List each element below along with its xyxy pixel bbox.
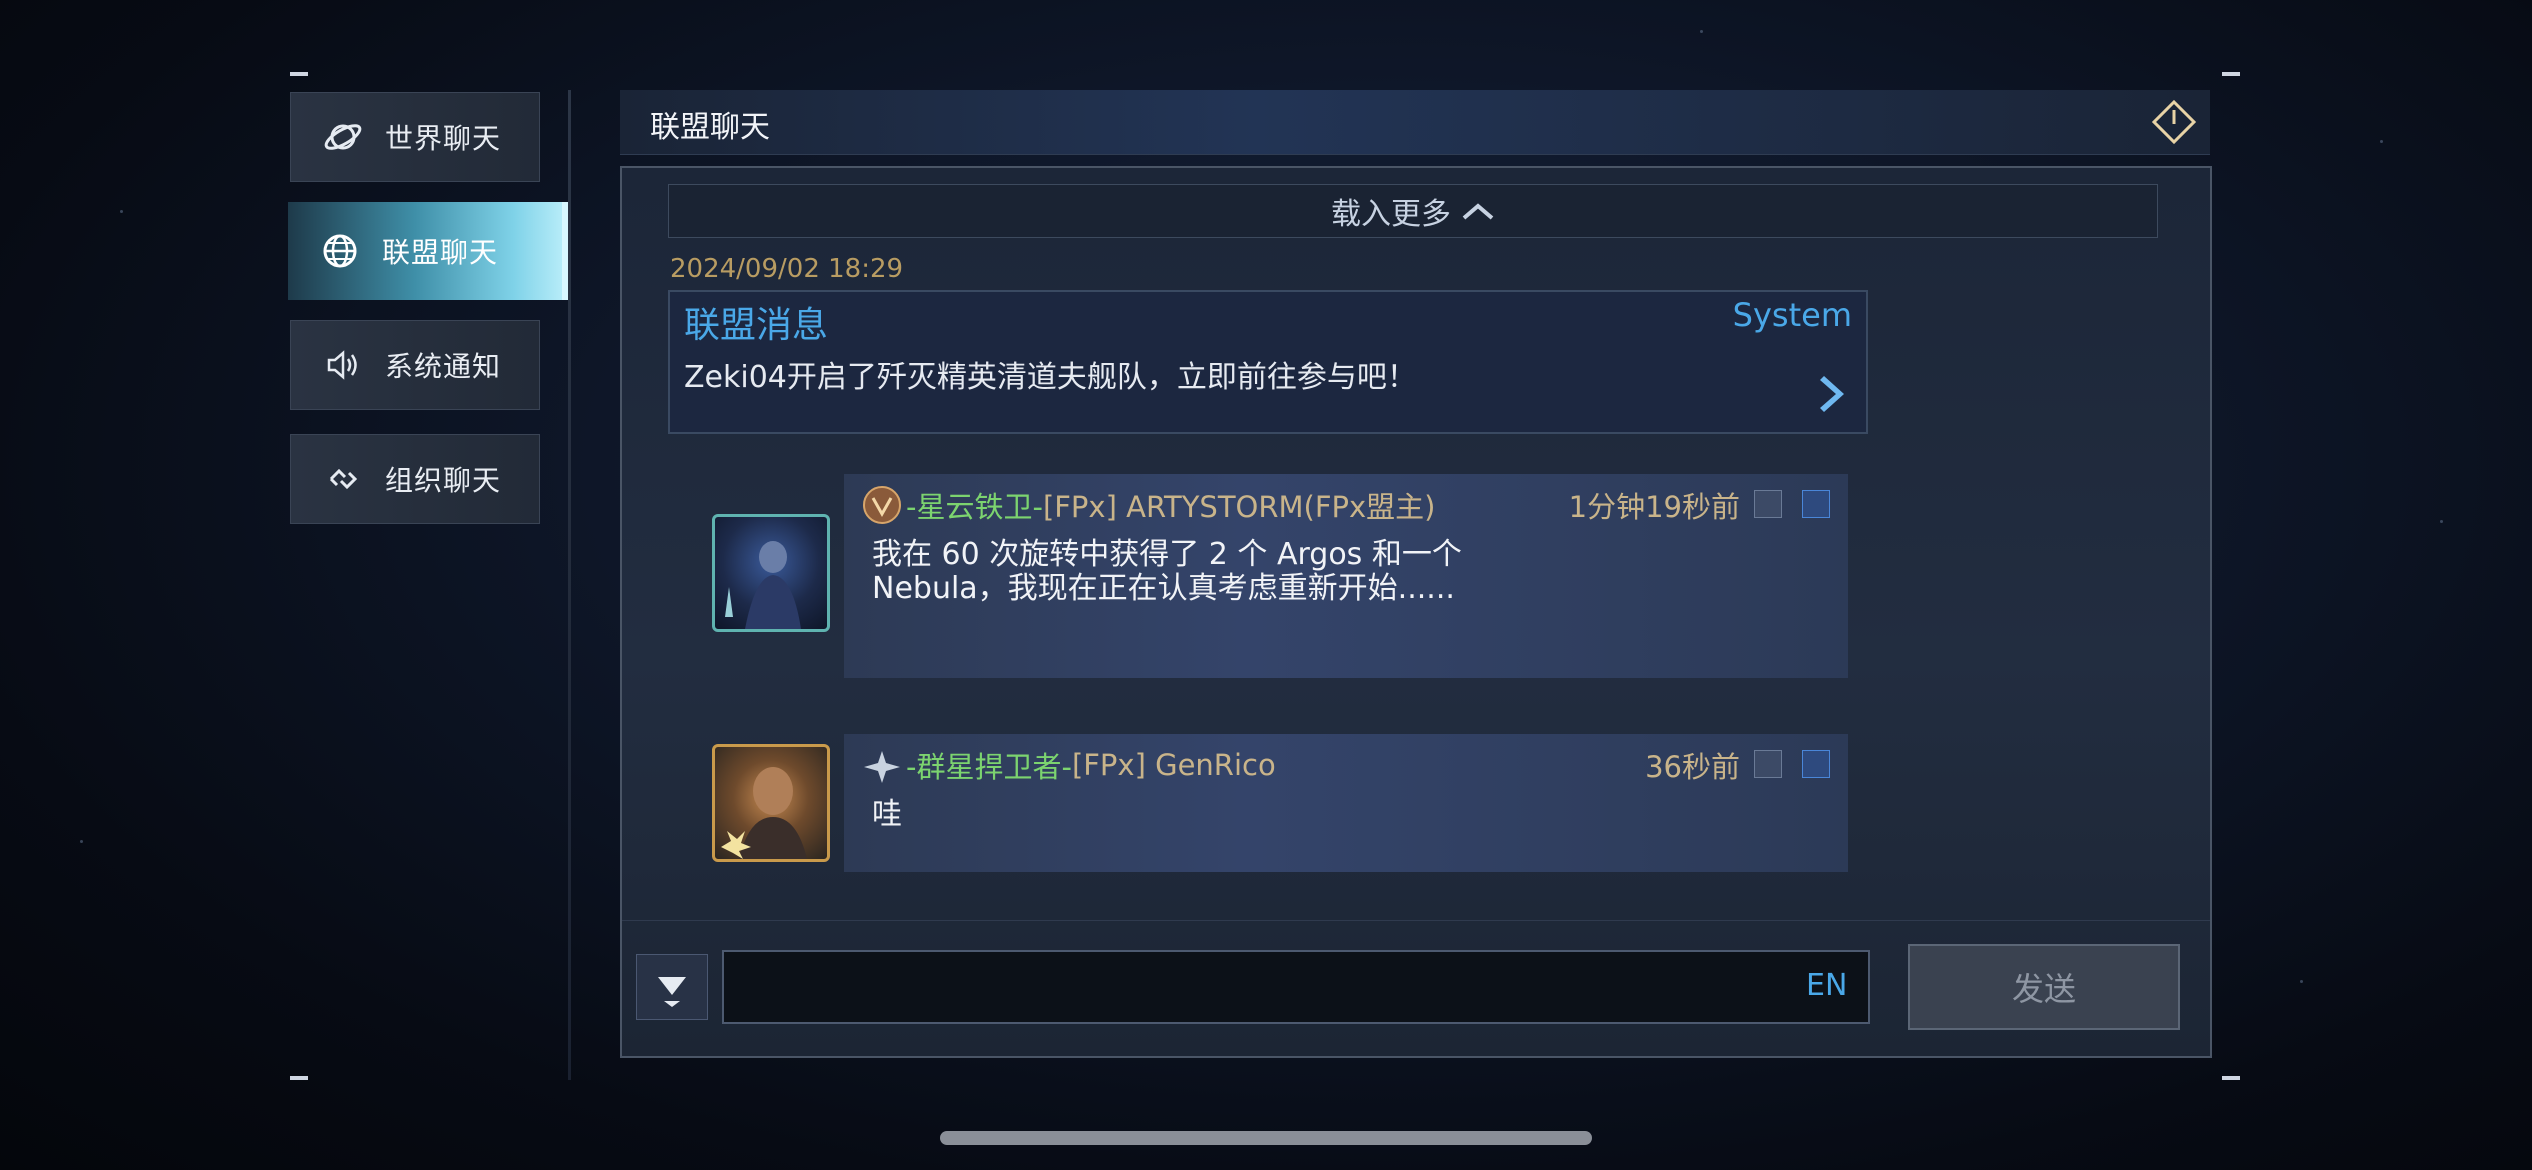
nav-label: 组织聊天 [385, 464, 502, 497]
divider [622, 920, 2210, 921]
system-message-body: Zeki04开启了歼灭精英清道夫舰队，立即前往参与吧！ [684, 360, 1417, 395]
globe-icon [310, 231, 370, 271]
rank-badge-icon [863, 486, 901, 524]
sender-rank: -星云铁卫- [906, 490, 1043, 524]
nav-system-notice[interactable]: 系统通知 [290, 320, 540, 410]
message-time: 1分钟19秒前 [1568, 490, 1740, 524]
nav-label: 系统通知 [385, 350, 502, 383]
sender-name[interactable]: [FPx] GenRico [1072, 748, 1276, 782]
send-button[interactable]: 发送 [1908, 944, 2180, 1030]
speaker-icon [313, 345, 373, 385]
nav-world-chat[interactable]: 世界聊天 [290, 92, 540, 182]
chat-panel: 载入更多 2024/09/02 18:29 联盟消息 System Zeki04… [620, 166, 2212, 1058]
system-message-card[interactable]: 联盟消息 System Zeki04开启了歼灭精英清道夫舰队，立即前往参与吧！ [668, 290, 1868, 434]
frame-corner [290, 72, 308, 76]
message-line: Nebula，我现在正在认真考虑重新开始...... [872, 571, 1455, 606]
link-chain-icon [313, 459, 373, 499]
pin-top-icon[interactable] [1802, 490, 1830, 518]
expand-down-button[interactable] [636, 954, 708, 1020]
chevron-down-icon [658, 977, 686, 1007]
load-more-button[interactable]: 载入更多 [668, 184, 2158, 238]
system-message-source: System [1732, 296, 1852, 334]
pin-top-icon[interactable] [1802, 750, 1830, 778]
chevron-up-icon [1462, 203, 1494, 220]
language-toggle[interactable]: EN [1806, 968, 1847, 1003]
avatar[interactable] [712, 744, 830, 862]
message-time: 36秒前 [1645, 750, 1740, 784]
translate-icon[interactable] [1754, 750, 1782, 778]
nav-label: 联盟聊天 [382, 236, 499, 269]
load-more-label: 载入更多 [1331, 197, 1451, 232]
chat-message: -群星捍卫者- [FPx] GenRico 36秒前 哇 [844, 734, 1848, 872]
chat-header: 联盟聊天 [620, 90, 2210, 155]
frame-corner [2222, 72, 2240, 76]
nav-label: 世界聊天 [385, 122, 502, 155]
message-line: 我在 60 次旋转中获得了 2 个 Argos 和一个 [872, 537, 1462, 572]
message-header: -群星捍卫者- [FPx] GenRico [862, 744, 1276, 786]
planet-icon [313, 117, 373, 157]
rank-badge-icon [864, 751, 900, 783]
system-message-title: 联盟消息 [684, 305, 829, 346]
page-title: 联盟聊天 [650, 110, 770, 145]
sender-rank: -群星捍卫者- [906, 750, 1072, 784]
chat-message: -星云铁卫- [FPx] ARTYSTORM(FPx盟主) 1分钟19秒前 我在… [844, 474, 1848, 678]
avatar[interactable] [712, 514, 830, 632]
message-line: 哇 [872, 797, 902, 832]
message-text: 我在 60 次旋转中获得了 2 个 Argos 和一个 Nebula，我现在正在… [872, 538, 1462, 606]
message-text: 哇 [872, 798, 902, 832]
sender-name[interactable]: [FPx] ARTYSTORM(FPx盟主) [1043, 484, 1436, 526]
chat-input[interactable] [722, 950, 1870, 1024]
home-indicator[interactable] [940, 1131, 1592, 1145]
message-date: 2024/09/02 18:29 [670, 254, 904, 284]
frame-corner [290, 1076, 308, 1080]
nav-org-chat[interactable]: 组织聊天 [290, 434, 540, 524]
translate-icon[interactable] [1754, 490, 1782, 518]
power-exit-icon[interactable] [2150, 98, 2198, 146]
nav-divider [568, 90, 571, 1080]
nav-alliance-chat[interactable]: 联盟聊天 [288, 202, 570, 300]
frame-corner [2222, 1076, 2240, 1080]
message-header: -星云铁卫- [FPx] ARTYSTORM(FPx盟主) [862, 484, 1436, 526]
chevron-right-icon[interactable] [1816, 372, 1850, 416]
